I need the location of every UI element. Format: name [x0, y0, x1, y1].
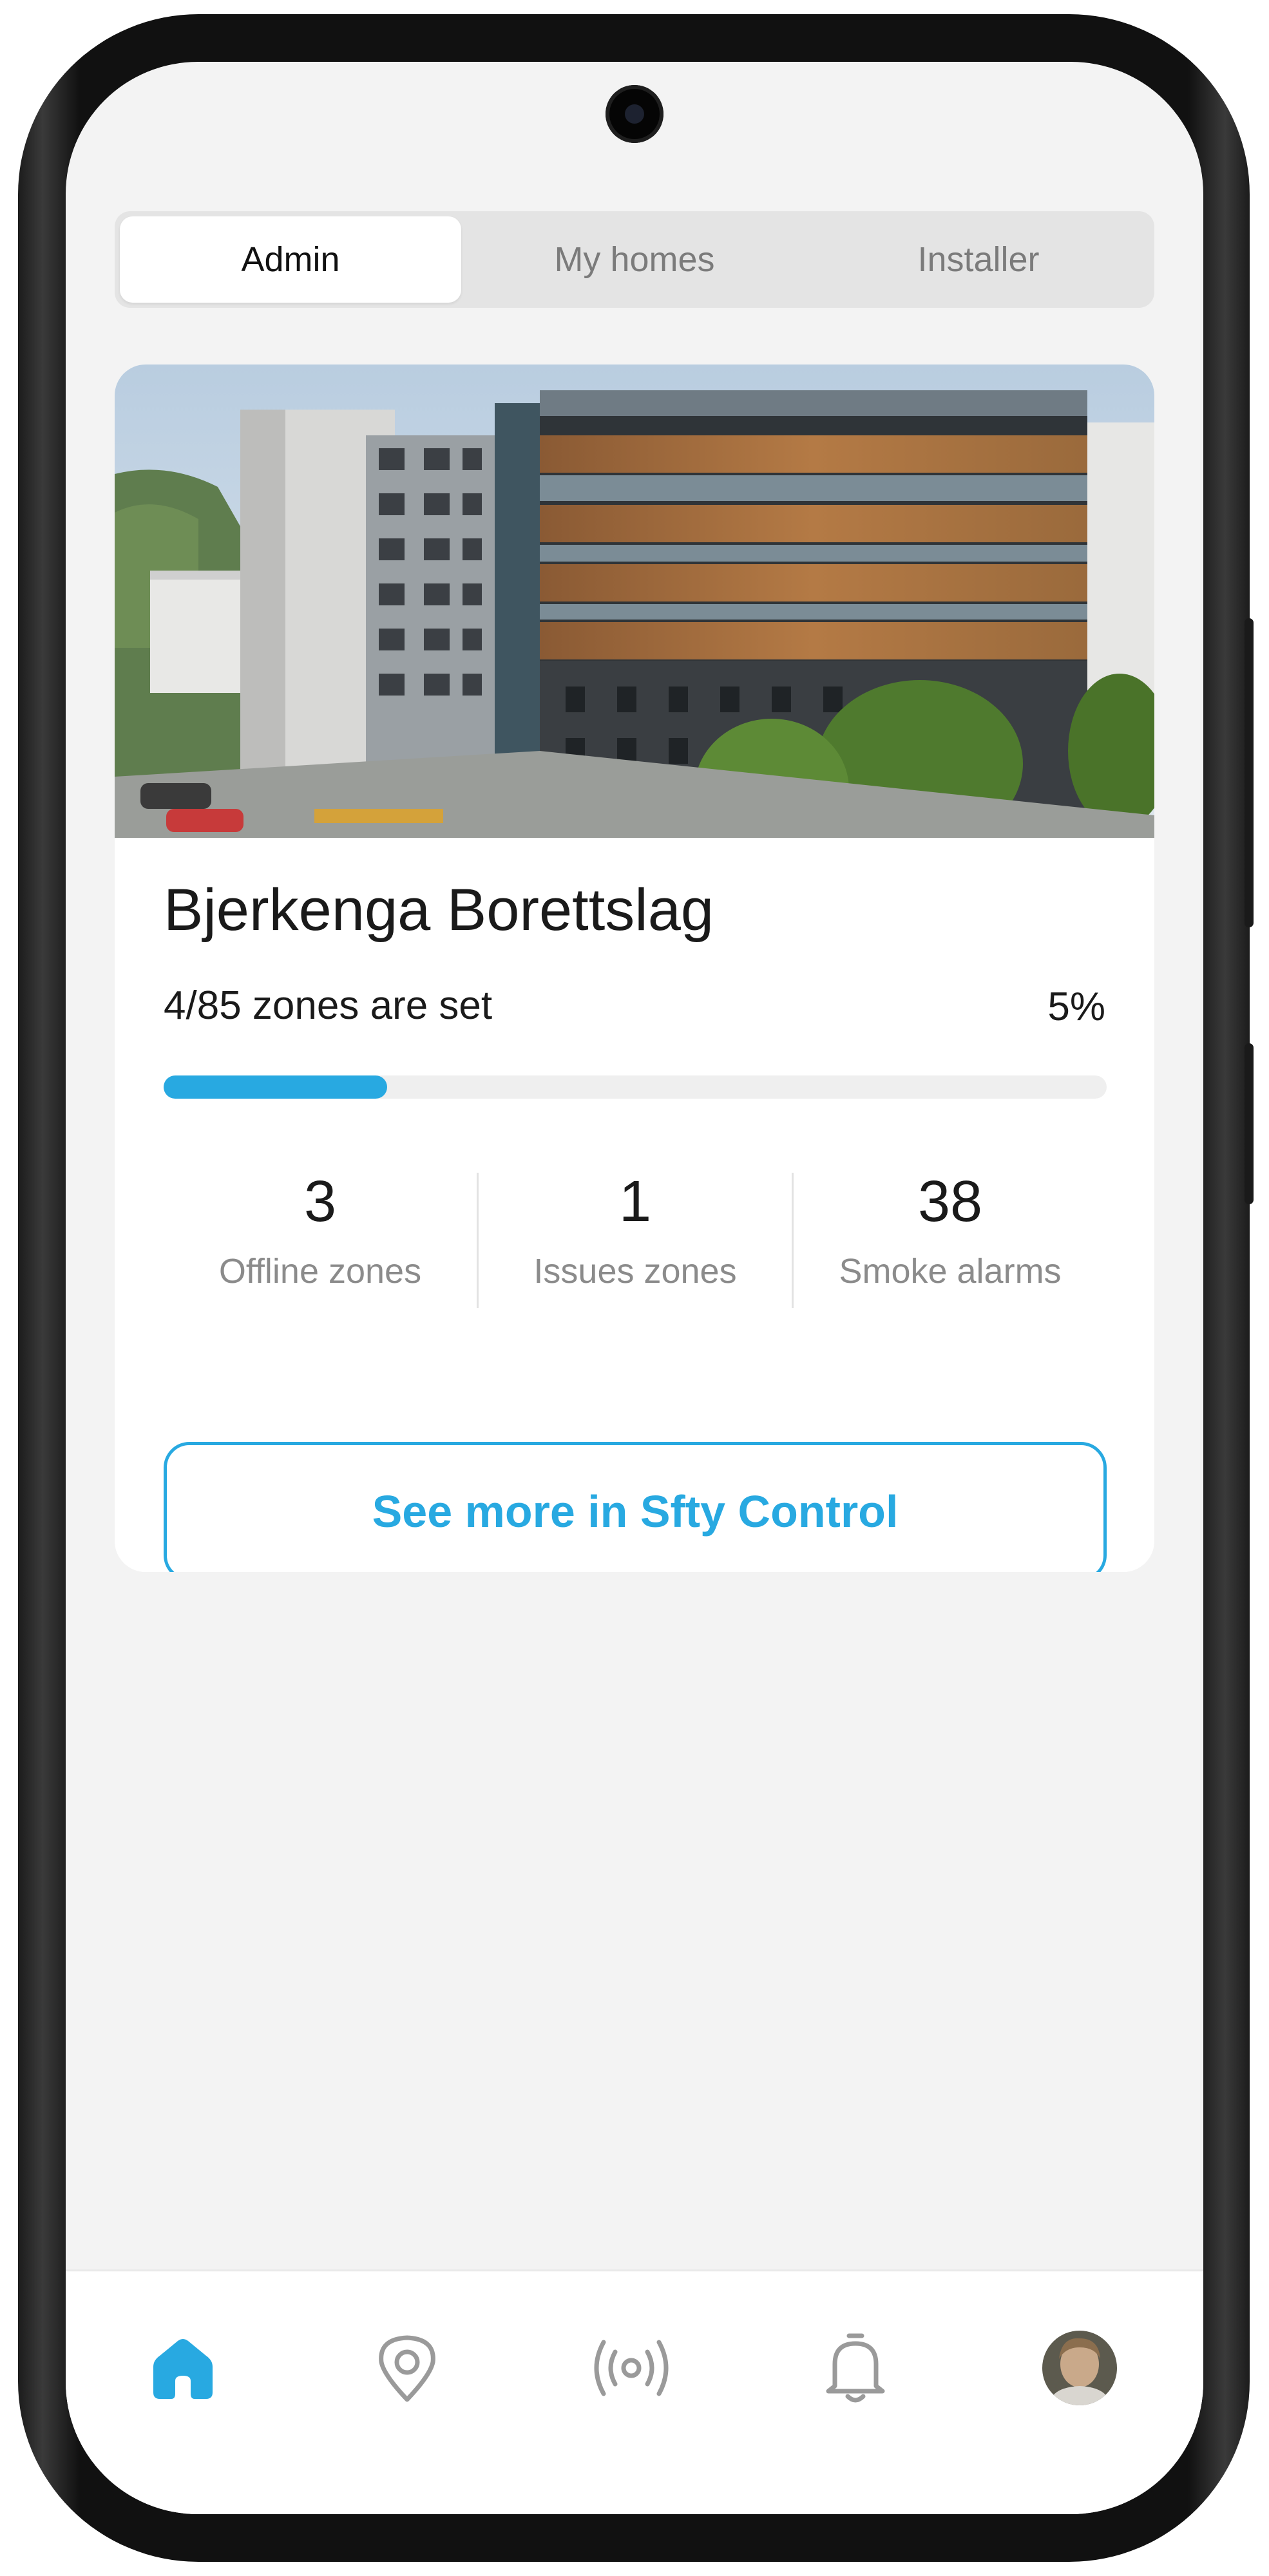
zones-progress-fill [164, 1075, 387, 1099]
user-avatar [1042, 2331, 1117, 2405]
tab-admin[interactable]: Admin [120, 216, 461, 303]
stat-value: 1 [618, 1170, 652, 1234]
stat-value: 3 [303, 1170, 337, 1234]
stats-row: 3 Offline zones 1 Issues zones 38 Smoke … [164, 1173, 1107, 1308]
stat-offline-zones: 3 Offline zones [164, 1173, 477, 1308]
tab-locations[interactable] [362, 2323, 452, 2413]
tab-profile[interactable] [1035, 2323, 1125, 2413]
stat-label: Smoke alarms [839, 1252, 1062, 1291]
bottom-tab-bar [66, 2269, 1203, 2514]
role-segmented-control: Admin My homes Installer [115, 211, 1154, 308]
tab-devices[interactable] [586, 2323, 676, 2413]
tab-my-homes[interactable]: My homes [464, 216, 805, 303]
phone-side-button-upper [1245, 618, 1254, 927]
location-pin-icon [379, 2335, 435, 2402]
bell-icon [826, 2333, 885, 2403]
stat-label: Offline zones [218, 1252, 422, 1291]
stat-smoke-alarms: 38 Smoke alarms [792, 1173, 1107, 1308]
tab-installer[interactable]: Installer [808, 216, 1149, 303]
stat-value: 38 [917, 1170, 983, 1234]
building-name: Bjerkenga Borettslag [164, 877, 714, 943]
stat-issues-zones: 1 Issues zones [477, 1173, 792, 1308]
tab-notifications[interactable] [810, 2323, 901, 2413]
zones-set-text: 4/85 zones are set [164, 983, 493, 1028]
broadcast-signal-icon [594, 2340, 669, 2396]
building-card[interactable]: Bjerkenga Borettslag 4/85 zones are set … [115, 365, 1154, 1572]
building-photo [115, 365, 1154, 838]
home-icon [153, 2339, 213, 2399]
see-more-button[interactable]: See more in Sfty Control [164, 1442, 1107, 1572]
phone-side-button-lower [1245, 1043, 1254, 1204]
phone-screen: Admin My homes Installer Bjerkenga Boret… [66, 62, 1203, 2514]
stat-label: Issues zones [533, 1252, 737, 1291]
front-camera [606, 85, 663, 143]
progress-percent: 5% [1047, 985, 1105, 1029]
zones-progress-bar [164, 1075, 1107, 1099]
tab-home[interactable] [138, 2323, 228, 2413]
